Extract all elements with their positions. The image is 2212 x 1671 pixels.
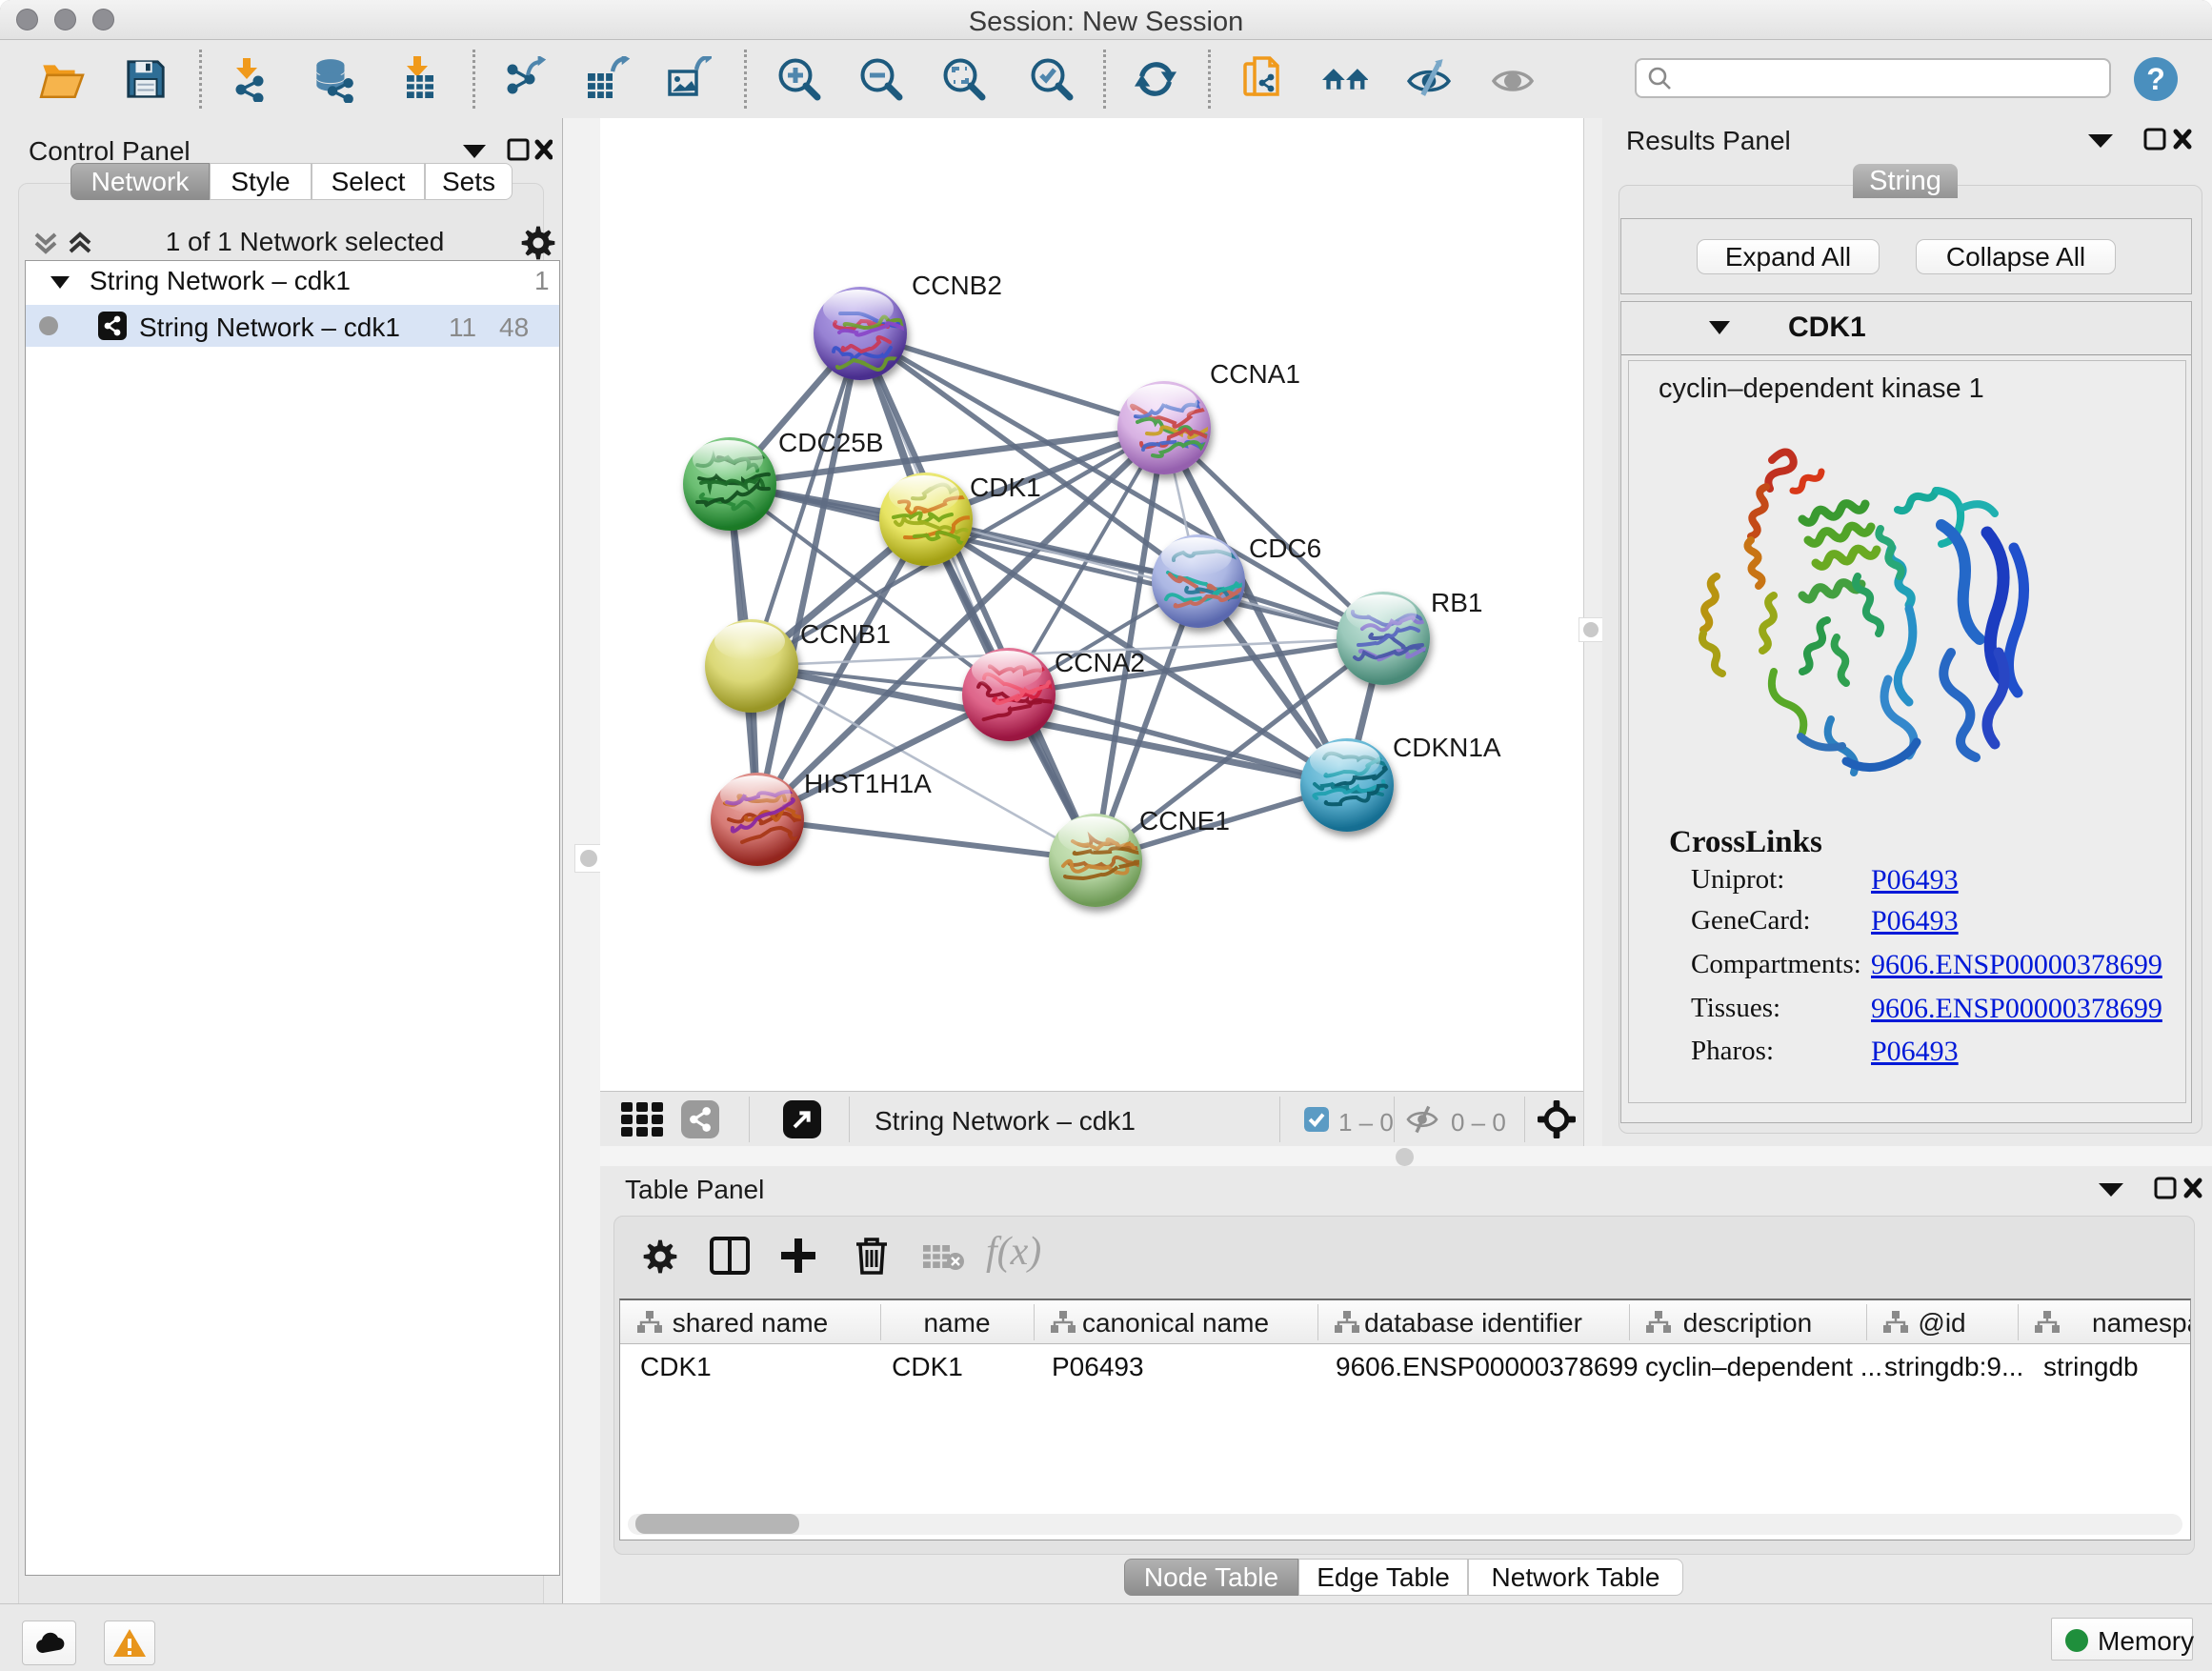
svg-text:CCNE1: CCNE1	[1139, 806, 1230, 836]
svg-text:CDC25B: CDC25B	[778, 428, 883, 457]
svg-text:CDC6: CDC6	[1249, 534, 1321, 563]
svg-text:CCNA1: CCNA1	[1210, 359, 1300, 389]
svg-text:CDKN1A: CDKN1A	[1393, 733, 1501, 762]
svg-text:HIST1H1A: HIST1H1A	[804, 769, 932, 798]
svg-text:CCNB2: CCNB2	[912, 271, 1002, 300]
svg-text:RB1: RB1	[1431, 588, 1482, 617]
svg-text:CDK1: CDK1	[970, 473, 1041, 502]
svg-text:CCNB1: CCNB1	[800, 619, 891, 649]
svg-text:CCNA2: CCNA2	[1055, 648, 1145, 677]
